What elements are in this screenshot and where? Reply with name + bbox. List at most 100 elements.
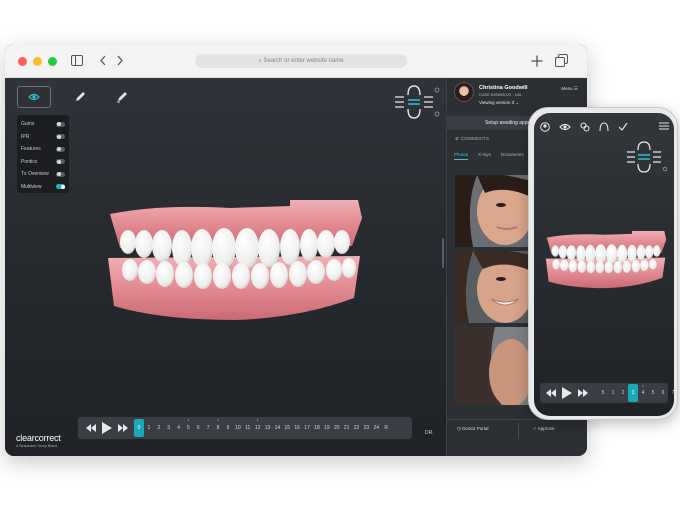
timeline-step[interactable]: 3	[628, 384, 638, 402]
tabs-overview-icon[interactable]	[555, 54, 568, 67]
minimize-window-button[interactable]	[33, 57, 42, 66]
layer-toggle[interactable]	[56, 121, 65, 127]
timeline-step[interactable]: 22	[352, 417, 362, 439]
step-number: 3	[631, 390, 635, 396]
timeline-step[interactable]: 7	[668, 383, 674, 403]
comments-toggle[interactable]: ⊕ COMMENTS	[455, 136, 489, 142]
timeline-step[interactable]: 12 •	[253, 417, 263, 439]
timeline-step[interactable]: 5 •	[183, 417, 193, 439]
timeline-step[interactable]: 17	[302, 417, 312, 439]
timeline-step[interactable]: 13	[263, 417, 273, 439]
timeline-step[interactable]: 20	[332, 417, 342, 439]
version-select[interactable]: Viewing version 3 ⌄	[479, 100, 519, 106]
back-arrow-icon[interactable]	[99, 55, 107, 66]
timeline-steps: 0 1 2 3 4 5 • 6 7 8 • 9 10 11 12 • 13 14 15 16 17 18 19 20 21 22 2…	[134, 417, 391, 439]
sidebar-icon[interactable]	[71, 55, 83, 66]
step-number: 8	[216, 425, 220, 431]
profile-icon[interactable]	[540, 122, 550, 132]
timeline-step[interactable]: 11	[243, 417, 253, 439]
maximize-window-button[interactable]	[48, 57, 57, 66]
timeline-step[interactable]: 0	[134, 419, 144, 437]
close-window-button[interactable]	[18, 57, 27, 66]
timeline-step[interactable]: 5	[598, 383, 608, 403]
tab-documents[interactable]: Documents	[501, 152, 524, 160]
step-number: 5	[601, 390, 605, 396]
menu-button[interactable]: Menu ☰	[561, 86, 578, 92]
timeline-step[interactable]: 7	[203, 417, 213, 439]
step-number: 11	[245, 425, 251, 431]
jaw-selector-icon[interactable]	[626, 139, 670, 175]
draw-tool-button[interactable]	[63, 86, 97, 108]
timeline-step[interactable]: 2	[154, 417, 164, 439]
timeline-step[interactable]: 2	[618, 383, 628, 403]
step-back-icon[interactable]	[546, 388, 556, 398]
timeline-step[interactable]: 21	[342, 417, 352, 439]
step-back-icon[interactable]	[86, 423, 96, 433]
markup-tool-button[interactable]	[105, 86, 139, 108]
timeline-step[interactable]: 1	[608, 383, 618, 403]
avatar	[454, 82, 474, 102]
timeline-step[interactable]: 23	[361, 417, 371, 439]
timeline-step[interactable]: 24	[371, 417, 381, 439]
layer-toggle[interactable]	[56, 134, 65, 140]
timeline-step[interactable]: R	[381, 417, 391, 439]
timeline-step[interactable]: 10	[233, 417, 243, 439]
address-placeholder: Search or enter website name	[263, 58, 344, 64]
brand-name: clearcorrect	[16, 433, 61, 443]
timeline-step[interactable]: 4 •	[638, 383, 648, 403]
timeline-step[interactable]: 18	[312, 417, 322, 439]
brand-logo: clearcorrect A Straumann Group Brand	[16, 433, 61, 448]
step-forward-icon[interactable]	[578, 388, 588, 398]
timeline-step[interactable]: 6	[658, 383, 668, 403]
doctor-portal-label: Doctor Portal	[462, 426, 489, 431]
timeline-step[interactable]: 6	[193, 417, 203, 439]
timeline-step[interactable]: 4	[174, 417, 184, 439]
step-number: 17	[304, 425, 310, 431]
phone-dental-model[interactable]	[542, 230, 670, 292]
approve-button[interactable]: ✓ Approve	[533, 426, 555, 432]
timeline-step[interactable]: 5	[648, 383, 658, 403]
panel-splitter-handle[interactable]	[442, 238, 444, 268]
timeline-step[interactable]: 3	[164, 417, 174, 439]
patient-photo[interactable]	[455, 251, 531, 323]
layer-toggle[interactable]	[56, 146, 65, 152]
new-tab-icon[interactable]	[531, 55, 543, 67]
link-icon[interactable]	[580, 122, 590, 132]
timeline-step[interactable]: 1	[144, 417, 154, 439]
view-tool-button[interactable]	[17, 86, 51, 108]
step-number: 2	[157, 425, 161, 431]
step-number: 5	[187, 425, 190, 431]
timeline-step[interactable]: 9	[223, 417, 233, 439]
hamburger-icon[interactable]	[659, 122, 669, 130]
play-icon[interactable]	[101, 421, 113, 435]
layer-toggle[interactable]	[56, 171, 65, 177]
brand-tagline: A Straumann Group Brand	[16, 444, 58, 448]
timeline-step[interactable]: 19	[322, 417, 332, 439]
tab-xrays[interactable]: X-rays	[478, 152, 491, 160]
patient-photo[interactable]	[455, 327, 531, 405]
tab-photos[interactable]: Photos	[454, 152, 469, 160]
arch-icon[interactable]	[599, 122, 609, 132]
timeline-step[interactable]: 16	[292, 417, 302, 439]
step-number: 2	[621, 390, 625, 396]
check-icon[interactable]	[618, 122, 628, 132]
stage-timeline: 0 1 2 3 4 5 • 6 7 8 • 9 10 11 12 • 13 14 15 16 17 18 19 20 21 22 2…	[78, 417, 412, 439]
play-icon[interactable]	[561, 386, 573, 400]
forward-arrow-icon[interactable]	[116, 55, 124, 66]
patient-photo[interactable]	[455, 175, 531, 247]
layer-toggle[interactable]	[56, 159, 65, 165]
step-number: 19	[324, 425, 330, 431]
layer-toggle[interactable]	[56, 184, 65, 190]
step-forward-icon[interactable]	[118, 423, 128, 433]
timeline-step[interactable]: 14	[272, 417, 282, 439]
address-bar[interactable]: ⌕ Search or enter website name	[195, 54, 407, 68]
doctor-request-label: DR.	[425, 430, 434, 436]
step-number: 6	[661, 390, 665, 396]
eye-icon[interactable]	[559, 122, 571, 132]
pencil-icon	[76, 92, 85, 101]
jaw-selector-icon[interactable]	[393, 83, 443, 121]
doctor-portal-button[interactable]: ◷ Doctor Portal	[457, 426, 488, 432]
timeline-step[interactable]: 15	[282, 417, 292, 439]
dental-model[interactable]	[100, 198, 370, 328]
timeline-step[interactable]: 8 •	[213, 417, 223, 439]
